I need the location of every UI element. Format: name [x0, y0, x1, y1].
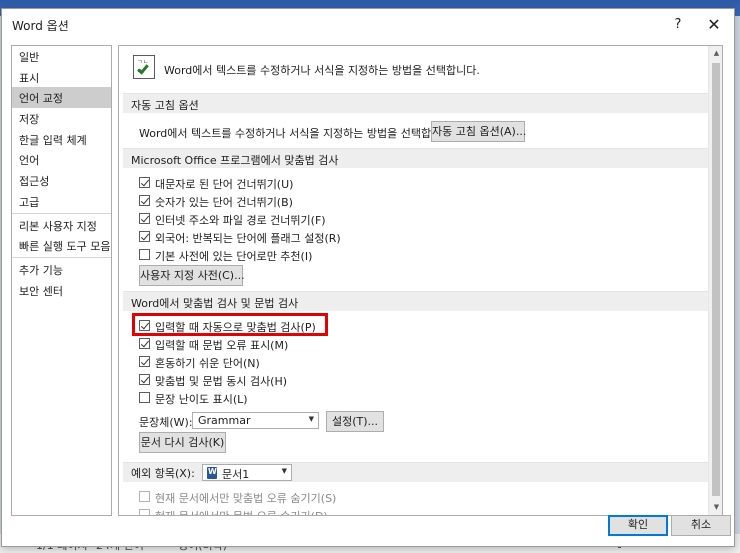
checkbox[interactable] — [139, 195, 150, 206]
grammar-settings-button[interactable]: 설정(T)... — [326, 411, 384, 432]
writing-style-select[interactable]: Grammar ▼ — [192, 412, 319, 429]
nav-item-general[interactable]: 일반 — [12, 46, 111, 67]
writing-style-label: 문장체(W): — [139, 416, 193, 429]
exceptions-document-value: 문서1 — [222, 468, 250, 481]
dialog-titlebar: Word 옵션 ? ✕ — [2, 9, 734, 41]
cancel-button[interactable]: 취소 — [671, 515, 731, 536]
scroll-thumb[interactable] — [712, 63, 720, 496]
option-label: 인터넷 주소와 파일 경로 건너뛰기(F) — [155, 214, 326, 227]
nav-item-advanced[interactable]: 고급 — [12, 191, 111, 212]
nav-divider — [12, 256, 111, 258]
ok-button[interactable]: 확인 — [608, 515, 668, 536]
checkbox[interactable] — [139, 491, 150, 502]
dropdown-arrow-icon: ▼ — [281, 467, 287, 475]
nav-item-customize-ribbon[interactable]: 리본 사용자 지정 — [12, 215, 111, 236]
word-document-icon — [207, 467, 217, 479]
option-label: 혼동하기 쉬운 단어(N) — [155, 357, 260, 370]
close-button[interactable]: ✕ — [704, 15, 724, 35]
option-label: 숫자가 있는 단어 건너뛰기(B) — [155, 196, 293, 209]
option-label: 대문자로 된 단어 건너뛰기(U) — [155, 178, 294, 191]
nav-item-save[interactable]: 저장 — [12, 108, 111, 129]
checkbox[interactable] — [139, 356, 150, 367]
exceptions-label: 예외 항목(X): — [131, 467, 195, 480]
option-label: 기본 사전에 있는 단어로만 추천(I) — [155, 250, 313, 263]
nav-item-add-ins[interactable]: 추가 기능 — [12, 259, 111, 280]
nav-item-quick-access-toolbar[interactable]: 빠른 실행 도구 모음 — [12, 235, 111, 256]
option-label: 맞춤법 및 문법 동시 검사(H) — [155, 375, 288, 388]
nav-item-proofing[interactable]: 언어 교정 — [12, 87, 111, 109]
nav-item-hangul-input[interactable]: 한글 입력 체계 — [12, 129, 111, 150]
option-label: 입력할 때 문법 오류 표시(M) — [155, 339, 289, 352]
scroll-down-arrow-icon[interactable]: ▼ — [709, 500, 722, 515]
autocorrect-section-title: 자동 고침 옵션 — [123, 93, 708, 113]
option-label: 문장 난이도 표시(L) — [155, 393, 248, 406]
recheck-document-button[interactable]: 문서 다시 검사(K) — [139, 432, 226, 453]
nav-item-language[interactable]: 언어 — [12, 149, 111, 170]
autocorrect-options-button[interactable]: 자동 고침 옵션(A)... — [431, 121, 526, 142]
content-scrollbar[interactable]: ▲ ▼ — [708, 46, 722, 515]
option-label: 현재 문서에서만 맞춤법 오류 숨기기(S) — [155, 492, 337, 505]
checkbox[interactable] — [139, 177, 150, 188]
nav-item-display[interactable]: 표시 — [12, 67, 111, 88]
checkbox[interactable] — [139, 338, 150, 349]
help-button[interactable]: ? — [668, 15, 688, 35]
checkbox[interactable] — [139, 249, 150, 260]
nav-item-accessibility[interactable]: 접근성 — [12, 170, 111, 191]
nav-divider — [12, 212, 111, 214]
writing-style-value: Grammar — [198, 414, 251, 427]
autocorrect-description: Word에서 텍스트를 수정하거나 서식을 지정하는 방법을 선택합니다. — [139, 127, 455, 140]
nav-item-trust-center[interactable]: 보안 센터 — [12, 280, 111, 301]
custom-dictionaries-button[interactable]: 사용자 지정 사전(C)... — [139, 265, 245, 286]
options-nav: 일반 표시 언어 교정 저장 한글 입력 체계 언어 접근성 고급 리본 사용자… — [11, 45, 112, 516]
checkbox[interactable] — [139, 509, 150, 515]
checkbox[interactable] — [139, 231, 150, 242]
dialog-title: Word 옵션 — [12, 19, 69, 33]
proofing-abc-check-icon: ㄱㄴㄷ — [133, 55, 155, 79]
word-spelling-section-title: Word에서 맞춤법 검사 및 문법 검사 — [123, 291, 708, 311]
option-label: 외국어: 반복되는 단어에 플래그 설정(R) — [155, 232, 341, 245]
checkbox[interactable] — [139, 392, 150, 403]
page-header-text: Word에서 텍스트를 수정하거나 서식을 지정하는 방법을 선택합니다. — [164, 64, 480, 77]
office-spelling-section-title: Microsoft Office 프로그램에서 맞춤법 검사 — [123, 148, 708, 168]
dropdown-arrow-icon: ▼ — [308, 415, 314, 423]
word-options-dialog: Word 옵션 ? ✕ 일반 표시 언어 교정 저장 한글 입력 체계 언어 접… — [1, 8, 735, 547]
highlight-box — [132, 313, 328, 336]
option-label: 현재 문서에서만 문법 오류 숨기기(D) — [155, 508, 328, 515]
exceptions-document-select[interactable]: 문서1 ▼ — [202, 464, 292, 481]
scroll-up-arrow-icon[interactable]: ▲ — [709, 46, 722, 61]
checkbox[interactable] — [139, 213, 150, 224]
checkbox[interactable] — [139, 374, 150, 385]
proofing-content-pane: ㄱㄴㄷ Word에서 텍스트를 수정하거나 서식을 지정하는 방법을 선택합니다… — [118, 45, 723, 516]
